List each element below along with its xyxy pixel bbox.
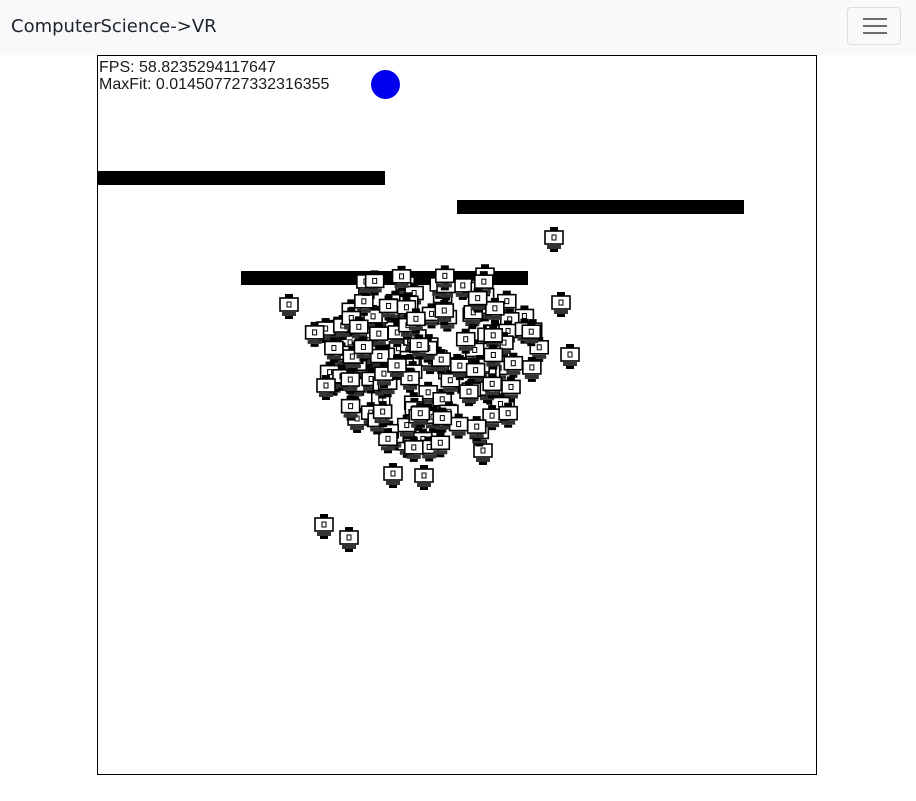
hamburger-menu-icon <box>863 18 887 20</box>
robot-icon <box>521 321 542 347</box>
robot-icon <box>378 295 399 321</box>
robot-icon <box>340 369 361 395</box>
robot-icon <box>459 381 479 407</box>
robot-icon <box>279 294 299 319</box>
robot-icon <box>364 270 385 296</box>
robot-icon <box>372 401 393 427</box>
robot-icon <box>482 373 502 399</box>
top-navbar: ComputerScience->VR <box>0 0 916 55</box>
robot-icon <box>383 463 403 488</box>
robot-icon <box>387 354 407 380</box>
robot-icon <box>522 356 542 382</box>
robot-icon <box>410 402 431 428</box>
robot-icon <box>304 321 325 347</box>
robot-icon <box>430 432 451 458</box>
robot-icon <box>340 395 361 421</box>
robot-icon <box>551 292 571 317</box>
robot-icon <box>324 337 344 363</box>
robot-icon <box>316 374 336 400</box>
robot-icon <box>485 297 505 323</box>
robot-icon <box>435 265 455 291</box>
robot-icon <box>339 527 359 552</box>
navbar-brand[interactable]: ComputerScience->VR <box>11 15 217 39</box>
robot-icon <box>455 328 476 354</box>
robot-icon <box>483 344 504 370</box>
robot-icon <box>403 436 424 462</box>
robot-swarm <box>279 227 580 552</box>
robot-icon <box>314 514 334 539</box>
robot-icon <box>560 344 580 369</box>
robot-icon <box>463 301 484 327</box>
robot-icon <box>409 334 429 360</box>
hamburger-menu-icon <box>863 25 887 27</box>
robot-icon <box>544 227 564 252</box>
simulation-canvas[interactable]: FPS: 58.8235294117647 MaxFit: 0.01450772… <box>97 55 817 775</box>
robot-icon <box>414 465 434 490</box>
robot-icon <box>498 402 518 428</box>
robot-icon <box>432 407 453 433</box>
robot-icon <box>391 265 412 291</box>
robot-icon <box>466 416 487 442</box>
robot-icon <box>434 299 455 325</box>
robot-icon <box>467 287 488 313</box>
robot-icon <box>406 308 426 334</box>
robot-icon <box>503 352 524 378</box>
robot-icon <box>378 428 398 454</box>
robot-icon <box>353 336 374 362</box>
hamburger-menu-icon <box>863 32 887 34</box>
navbar-toggler-button[interactable] <box>847 7 901 45</box>
robot-icon <box>448 413 469 439</box>
